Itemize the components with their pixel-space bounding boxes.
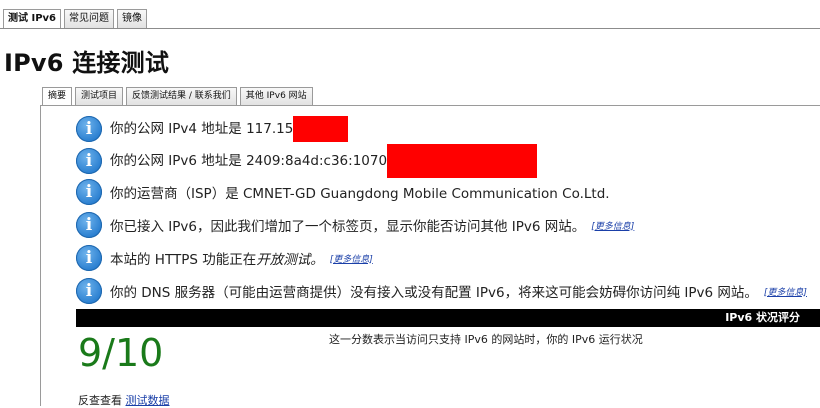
tab-added-text: 你已接入 IPv6，因此我们增加了一个标签页，显示你能否访问其他 IPv6 网站… — [110, 219, 586, 235]
more-info-link[interactable]: [更多信息] — [591, 219, 634, 232]
tab-faq[interactable]: 常见问题 — [64, 9, 115, 28]
ipv6-text: 你的公网 IPv6 地址是 2409:8a4d:c36:1070 — [110, 144, 538, 178]
more-info-link[interactable]: [更多信息] — [330, 252, 373, 265]
info-icon: i — [76, 245, 102, 271]
top-tab-divider — [0, 28, 820, 29]
https-text: 本站的 HTTPS 功能正在开放测试。 — [110, 252, 324, 268]
footer-line: 反查查看 测试数据 — [78, 394, 170, 407]
info-icon: i — [76, 278, 102, 304]
tab-other-ipv6-sites[interactable]: 其他 IPv6 网站 — [239, 87, 313, 105]
more-info-link[interactable]: [更多信息] — [764, 285, 807, 298]
sub-tab-bar: 摘要 测试项目 反馈测试结果 / 联系我们 其他 IPv6 网站 — [42, 87, 313, 107]
ipv6-row: i 你的公网 IPv6 地址是 2409:8a4d:c36:1070 — [76, 144, 538, 178]
tab-added-row: i 你已接入 IPv6，因此我们增加了一个标签页，显示你能否访问其他 IPv6 … — [76, 211, 634, 239]
score-header-label: IPv6 状况评分 — [725, 311, 800, 324]
redaction-box — [387, 144, 538, 178]
isp-row: i 你的运营商（ISP）是 CMNET-GD Guangdong Mobile … — [76, 178, 610, 206]
info-icon: i — [76, 179, 102, 205]
info-icon: i — [76, 148, 102, 174]
tab-test-ipv6[interactable]: 测试 IPv6 — [3, 9, 62, 29]
tab-tests[interactable]: 测试项目 — [75, 87, 124, 105]
tab-mirrors[interactable]: 镜像 — [117, 9, 148, 28]
info-icon: i — [76, 116, 102, 142]
top-tab-bar: 测试 IPv6 常见问题 镜像 — [3, 9, 148, 29]
redaction-box — [293, 116, 349, 142]
ipv4-row: i 你的公网 IPv4 地址是 117.15 — [76, 115, 349, 143]
isp-text: 你的运营商（ISP）是 CMNET-GD Guangdong Mobile Co… — [110, 186, 610, 202]
dns-text: 你的 DNS 服务器（可能由运营商提供）没有接入或没有配置 IPv6，将来这可能… — [110, 285, 758, 301]
score-description: 这一分数表示当访问只支持 IPv6 的网站时，你的 IPv6 运行状况 — [329, 333, 643, 346]
page-title: IPv6 连接测试 — [4, 49, 170, 77]
tab-feedback[interactable]: 反馈测试结果 / 联系我们 — [126, 87, 237, 105]
ipv4-text: 你的公网 IPv4 地址是 117.15 — [110, 116, 349, 142]
score-header-bar: IPv6 状况评分 — [76, 309, 820, 327]
info-icon: i — [76, 212, 102, 238]
test-data-link[interactable]: 测试数据 — [126, 394, 170, 407]
dns-row: i 你的 DNS 服务器（可能由运营商提供）没有接入或没有配置 IPv6，将来这… — [76, 277, 807, 305]
tab-summary[interactable]: 摘要 — [42, 87, 73, 106]
https-row: i 本站的 HTTPS 功能正在开放测试。 [更多信息] — [76, 244, 373, 272]
score-value: 9/10 — [78, 331, 164, 375]
